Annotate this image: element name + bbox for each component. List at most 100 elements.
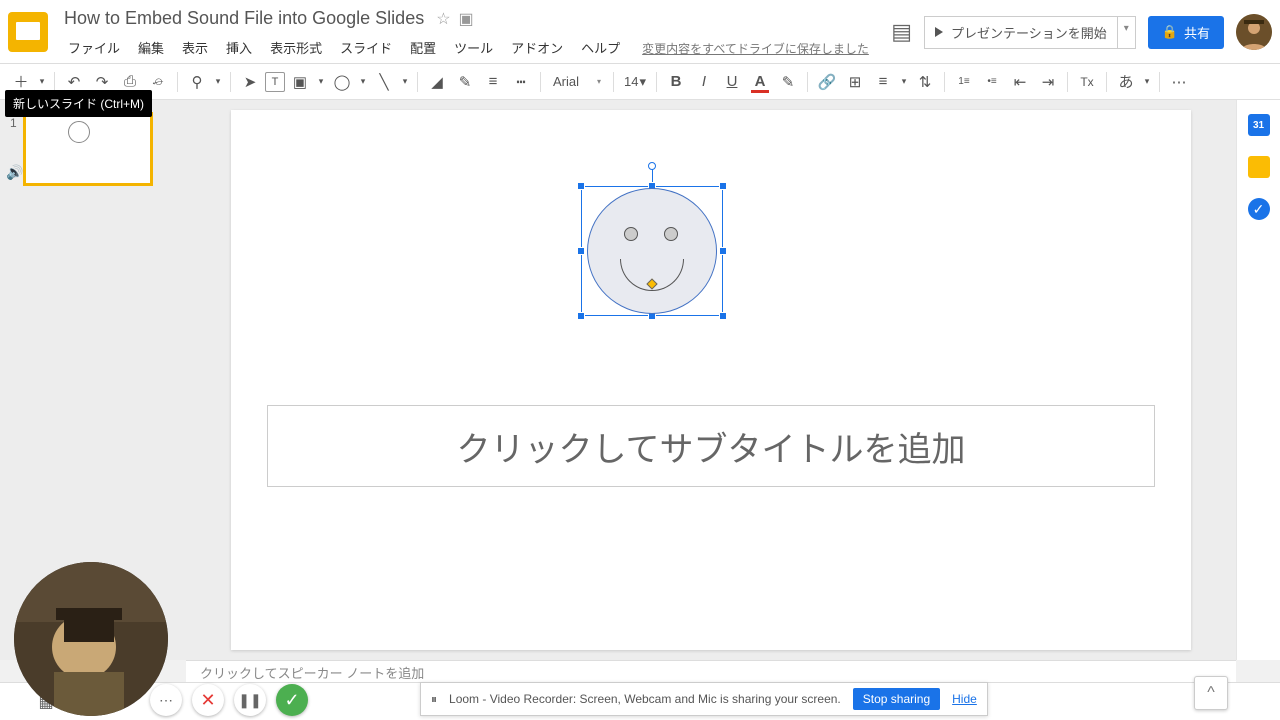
menu-addons[interactable]: アドオン [503,35,571,60]
menu-slide[interactable]: スライド [332,35,400,60]
canvas-area[interactable]: クリックしてサブタイトルを追加 [186,100,1236,660]
eye-left-icon [624,227,638,241]
move-folder-icon[interactable]: ▣ [459,9,474,29]
indent-decrease-button[interactable]: ⇤ [1007,69,1033,95]
speaker-notes[interactable]: クリックしてスピーカー ノートを追加 [186,660,1236,682]
zoom-dropdown[interactable]: ▾ [212,69,224,95]
bulleted-list-button[interactable]: •≡ [979,69,1005,95]
loom-more-button[interactable]: ⋯ [150,684,182,716]
menu-tools[interactable]: ツール [446,35,501,60]
font-family-select[interactable]: Arial ▾ [547,72,607,91]
calendar-icon[interactable]: 31 [1248,114,1270,136]
save-status[interactable]: 変更内容をすべてドライブに保存しました [642,40,869,60]
image-dropdown[interactable]: ▾ [315,69,327,95]
screen-share-banner: ⏸ Loom - Video Recorder: Screen, Webcam … [420,682,988,716]
fill-color-button[interactable]: ◢ [424,69,450,95]
slide-thumbnail-1[interactable] [23,112,153,186]
menu-insert[interactable]: 挿入 [218,35,260,60]
star-icon[interactable]: ☆ [436,9,450,29]
sound-icon: 🔊 [6,164,23,660]
share-button[interactable]: 🔒 共有 [1148,16,1224,49]
menu-arrange[interactable]: 配置 [402,35,444,60]
font-size-value: 14 [624,74,638,89]
input-tools-button[interactable]: あ [1113,69,1139,95]
eye-right-icon [664,227,678,241]
lock-icon: 🔒 [1162,24,1178,40]
more-tools-button[interactable]: ⋯ [1166,69,1192,95]
link-button[interactable]: 🔗 [814,69,840,95]
main-area: 1 🔊 [0,100,1280,660]
chevron-up-icon: ^ [1207,684,1215,702]
font-name: Arial [553,74,579,89]
menu-edit[interactable]: 編集 [130,35,172,60]
present-label: プレゼンテーションを開始 [951,23,1107,42]
add-comment-button[interactable]: ⊞ [842,69,868,95]
shape-tool[interactable]: ◯ [329,69,355,95]
shape-dropdown[interactable]: ▾ [357,69,369,95]
side-panel: 31 ✓ [1236,100,1280,660]
hide-banner-link[interactable]: Hide [952,692,977,706]
menu-file[interactable]: ファイル [60,35,128,60]
line-tool[interactable]: ╲ [371,69,397,95]
stop-sharing-button[interactable]: Stop sharing [853,688,940,710]
play-icon [935,27,943,37]
title-block: How to Embed Sound File into Google Slid… [60,6,891,60]
subtitle-placeholder-box[interactable]: クリックしてサブタイトルを追加 [267,405,1155,487]
menubar: ファイル 編集 表示 挿入 表示形式 スライド 配置 ツール アドオン ヘルプ … [60,35,891,60]
line-spacing-button[interactable]: ⇅ [912,69,938,95]
menu-format[interactable]: 表示形式 [262,35,330,60]
account-avatar[interactable] [1236,14,1272,50]
border-dash-button[interactable]: ┅ [508,69,534,95]
loom-webcam[interactable] [14,562,168,716]
underline-button[interactable]: U [719,69,745,95]
image-tool[interactable]: ▣ [287,69,313,95]
textbox-tool[interactable]: T [265,72,285,92]
line-dropdown[interactable]: ▾ [399,69,411,95]
font-size-select[interactable]: 14 ▾ [620,72,650,92]
align-button[interactable]: ≡ [870,69,896,95]
explore-button[interactable]: ^ [1194,676,1228,710]
present-button[interactable]: プレゼンテーションを開始 [924,16,1118,49]
select-tool[interactable]: ➤ [237,69,263,95]
rotation-handle[interactable] [648,162,656,170]
border-weight-button[interactable]: ≡ [480,69,506,95]
slide-number: 1 [10,116,17,130]
tasks-icon[interactable]: ✓ [1248,198,1270,220]
indent-increase-button[interactable]: ⇥ [1035,69,1061,95]
menu-help[interactable]: ヘルプ [573,35,628,60]
border-color-button[interactable]: ✎ [452,69,478,95]
loom-controls: ⋯ ✕ ❚❚ ✓ [150,684,308,716]
align-dropdown[interactable]: ▾ [898,69,910,95]
slide-canvas[interactable]: クリックしてサブタイトルを追加 [231,110,1191,650]
resize-handle-mr[interactable] [719,247,727,255]
highlight-button[interactable]: ✎ [775,69,801,95]
resize-handle-ml[interactable] [577,247,585,255]
loom-close-button[interactable]: ✕ [192,684,224,716]
header-right: ▤ プレゼンテーションを開始 ▾ 🔒 共有 [891,14,1272,50]
loom-finish-button[interactable]: ✓ [276,684,308,716]
zoom-button[interactable]: ⚲ [184,69,210,95]
menu-view[interactable]: 表示 [174,35,216,60]
clear-format-button[interactable]: Tx [1074,69,1100,95]
present-dropdown[interactable]: ▾ [1118,16,1136,49]
subtitle-placeholder-text: クリックしてサブタイトルを追加 [457,422,966,471]
resize-handle-tl[interactable] [577,182,585,190]
chevron-down-icon: ▾ [639,74,646,90]
numbered-list-button[interactable]: 1≡ [951,69,977,95]
keep-icon[interactable] [1248,156,1270,178]
loom-pause-button[interactable]: ❚❚ [234,684,266,716]
slides-logo-icon[interactable] [8,12,48,52]
bold-button[interactable]: B [663,69,689,95]
resize-handle-br[interactable] [719,312,727,320]
input-tools-dropdown[interactable]: ▾ [1141,69,1153,95]
doc-title[interactable]: How to Embed Sound File into Google Slid… [60,6,428,31]
text-color-button[interactable]: A [747,69,773,95]
comments-icon[interactable]: ▤ [891,19,912,45]
selected-shape[interactable] [581,186,723,316]
rotation-line [652,168,653,182]
resize-handle-bl[interactable] [577,312,585,320]
smiley-face-shape[interactable] [587,188,717,314]
resize-handle-tr[interactable] [719,182,727,190]
italic-button[interactable]: I [691,69,717,95]
speaker-notes-placeholder: クリックしてスピーカー ノートを追加 [200,666,424,681]
